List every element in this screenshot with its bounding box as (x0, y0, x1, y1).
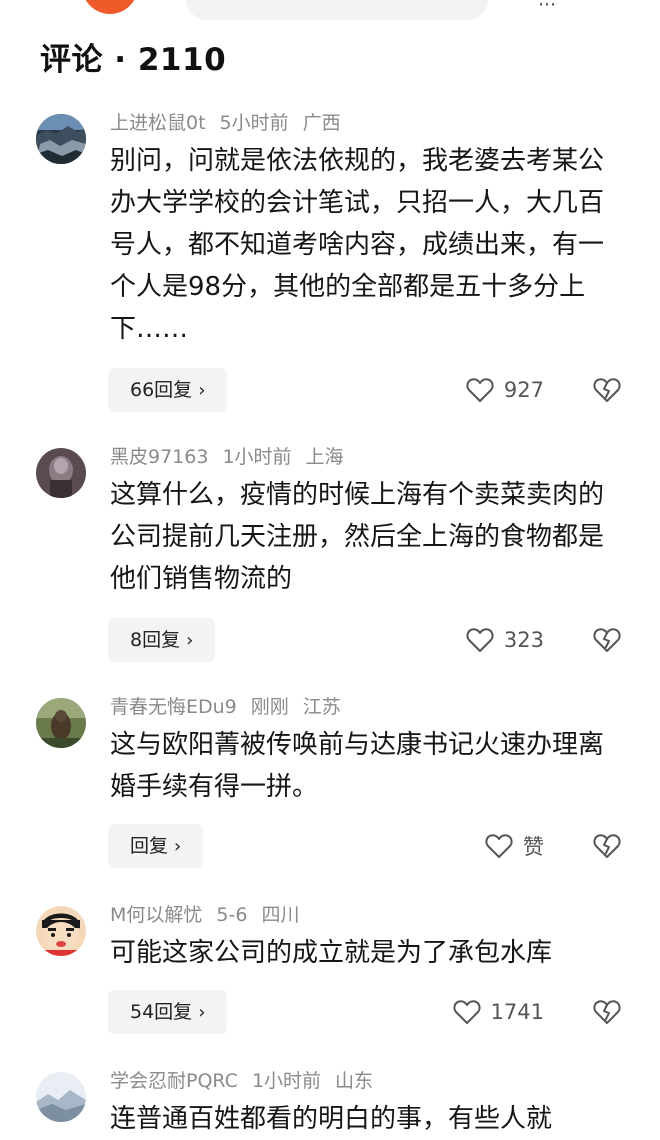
username[interactable]: 黑皮97163 (110, 446, 208, 468)
chevron-right-icon: › (186, 630, 194, 651)
broken-heart-icon (593, 1000, 621, 1024)
replies-button[interactable]: 66回复 › (108, 368, 228, 412)
reply-label: 66回复 (130, 379, 193, 401)
replies-button[interactable]: 回复 › (108, 824, 204, 868)
comment-location: 四川 (261, 904, 300, 926)
reply-label: 54回复 (130, 1001, 193, 1023)
username[interactable]: 青春无悔EDu9 (110, 696, 237, 718)
comment-text: 这与欧阳菁被传唤前与达康书记火速办理离婚手续有得一拼。 (110, 730, 605, 802)
more-icon[interactable]: ⋯ (538, 0, 556, 15)
comment-location: 江苏 (302, 696, 341, 718)
like-button[interactable]: 323 (466, 618, 544, 662)
comment-time: 1小时前 (222, 446, 292, 468)
reply-label: 回复 (130, 835, 169, 857)
comment-time: 刚刚 (250, 696, 289, 718)
user-avatar-top[interactable] (82, 0, 138, 14)
broken-heart-icon (593, 834, 621, 858)
replies-button[interactable]: 54回复 › (108, 990, 228, 1034)
comment-location: 上海 (305, 446, 344, 468)
like-button[interactable]: 1741 (452, 990, 544, 1034)
comment-text: 别问，问就是依法依规的，我老婆去考某公办大学学校的会计笔试，只招一人，大几百号人… (110, 146, 605, 344)
like-count: 323 (503, 628, 544, 652)
broken-heart-icon (593, 628, 621, 652)
dislike-button[interactable] (592, 368, 622, 412)
avatar[interactable] (36, 906, 86, 956)
comment-time: 5-6 (216, 904, 248, 926)
comment-meta: 青春无悔EDu9 刚刚 江苏 (110, 692, 355, 719)
comment-time: 1小时前 (251, 1070, 322, 1092)
comment-meta: 黑皮97163 1小时前 上海 (110, 442, 358, 469)
avatar[interactable] (36, 114, 86, 164)
avatar[interactable] (36, 698, 86, 748)
username[interactable]: 上进松鼠0t (110, 112, 206, 134)
username[interactable]: 学会忍耐PQRC (110, 1070, 238, 1092)
comment-time: 5小时前 (219, 112, 289, 134)
broken-heart-icon (593, 378, 621, 402)
username[interactable]: M何以解忧 (110, 904, 202, 926)
comment-text: 可能这家公司的成立就是为了承包水库 (110, 938, 553, 968)
reply-label: 8回复 (130, 629, 181, 651)
comment-location: 广西 (302, 112, 341, 134)
comment-meta: M何以解忧 5-6 四川 (110, 900, 313, 927)
dislike-button[interactable] (592, 990, 622, 1034)
like-count: 赞 (523, 835, 544, 859)
chevron-right-icon: › (174, 836, 182, 857)
chevron-right-icon: › (198, 1002, 206, 1023)
like-count: 927 (503, 378, 544, 402)
dislike-button[interactable] (592, 618, 622, 662)
like-count: 1741 (490, 1000, 544, 1024)
comments-header: 评论 · 2110 (40, 42, 227, 78)
top-bar: ⋯ (0, 0, 660, 22)
chevron-right-icon: › (198, 380, 206, 401)
like-button[interactable]: 赞 (485, 824, 544, 868)
replies-button[interactable]: 8回复 › (108, 618, 216, 662)
search-bar[interactable] (186, 0, 488, 20)
heart-outline-icon (452, 1000, 481, 1024)
comment-meta: 学会忍耐PQRC 1小时前 山东 (110, 1066, 387, 1093)
comment-meta: 上进松鼠0t 5小时前 广西 (110, 108, 355, 135)
heart-outline-icon (466, 628, 494, 652)
comment-text: 这算什么，疫情的时候上海有个卖菜卖肉的公司提前几天注册，然后全上海的食物都是他们… (110, 480, 605, 594)
heart-outline-icon (485, 834, 513, 858)
heart-outline-icon (466, 378, 494, 402)
comment-text: 连普通百姓都看的明白的事，有些人就 (110, 1104, 553, 1134)
dislike-button[interactable] (592, 824, 622, 868)
avatar[interactable] (36, 1072, 86, 1122)
like-button[interactable]: 927 (466, 368, 544, 412)
avatar[interactable] (36, 448, 86, 498)
comment-location: 山东 (335, 1070, 374, 1092)
